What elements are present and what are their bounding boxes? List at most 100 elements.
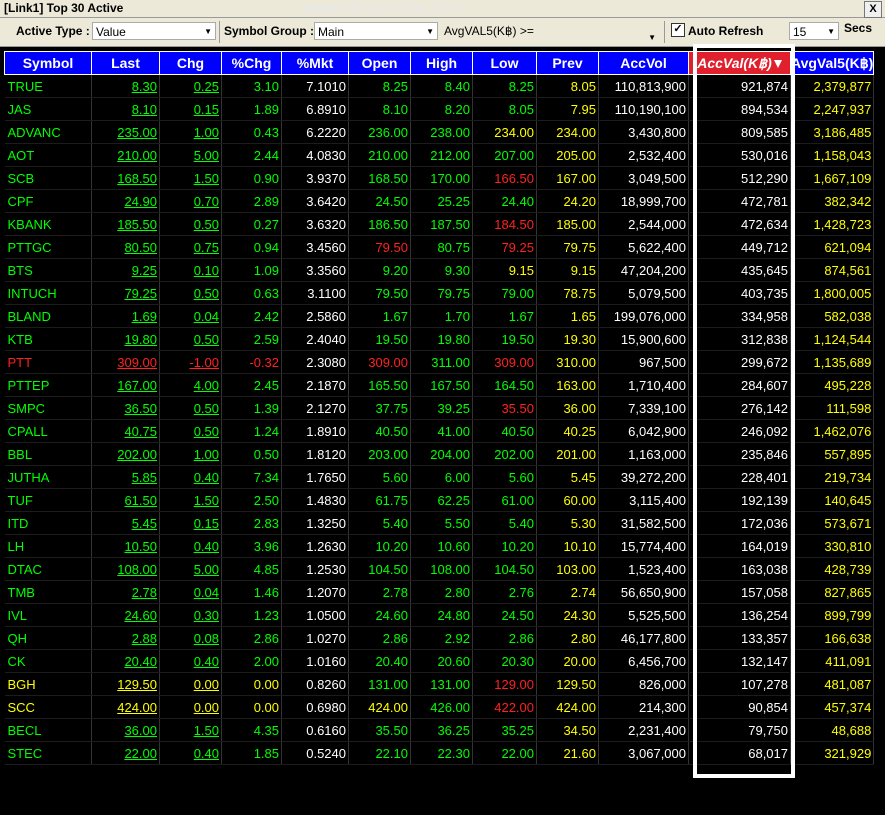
cell-last[interactable]: 129.50 (91, 672, 160, 696)
table-row[interactable]: JAS 8.10 0.15 1.89 6.8910 8.10 8.20 8.05 7.95 110… (4, 97, 875, 121)
cell-chg[interactable]: 0.40 (159, 649, 222, 673)
cell-last[interactable]: 5.85 (91, 465, 160, 489)
cell-chg[interactable]: 4.00 (159, 373, 222, 397)
cell-chg[interactable]: 1.00 (159, 120, 222, 144)
column-header-accval-k[interactable]: AccVal(K฿) (688, 51, 791, 75)
table-row[interactable]: PTTEP 167.00 4.00 2.45 2.1870 165.50 167.50 164… (4, 373, 875, 397)
cell-chg[interactable]: 0.70 (159, 189, 222, 213)
table-row[interactable]: ITD 5.45 0.15 2.83 1.3250 5.40 5.50 5.40 5.30 31,… (4, 511, 875, 535)
cell-last[interactable]: 424.00 (91, 695, 160, 719)
table-row[interactable]: IVL 24.60 0.30 1.23 1.0500 24.60 24.80 24.50 24.… (4, 603, 875, 627)
cell-last[interactable]: 36.50 (91, 396, 160, 420)
table-row[interactable]: CK 20.40 0.40 2.00 1.0160 20.40 20.60 20.30 20.0… (4, 649, 875, 673)
column-header-avgval5-k[interactable]: AvgVal5(K฿) (789, 51, 875, 75)
table-row[interactable]: ADVANC 235.00 1.00 0.43 6.2220 236.00 238.00 23… (4, 120, 875, 144)
table-row[interactable]: INTUCH 79.25 0.50 0.63 3.1100 79.50 79.75 79.00… (4, 281, 875, 305)
cell-chg[interactable]: 1.50 (159, 718, 222, 742)
cell-chg[interactable]: 0.15 (159, 97, 222, 121)
horizontal-scrollbar[interactable] (0, 815, 885, 835)
column-header--chg[interactable]: %Chg (221, 51, 282, 75)
cell-last[interactable]: 79.25 (91, 281, 160, 305)
cell-chg[interactable]: 0.50 (159, 327, 222, 351)
table-row[interactable]: SMPC 36.50 0.50 1.39 2.1270 37.75 39.25 35.50 36… (4, 396, 875, 420)
cell-last[interactable]: 185.50 (91, 212, 160, 236)
column-header-symbol[interactable]: Symbol (4, 51, 92, 75)
column-header--mkt[interactable]: %Mkt (281, 51, 349, 75)
column-header-low[interactable]: Low (472, 51, 537, 75)
cell-chg[interactable]: 0.30 (159, 603, 222, 627)
cell-chg[interactable]: 0.00 (159, 695, 222, 719)
table-row[interactable]: KBANK 185.50 0.50 0.27 3.6320 186.50 187.50 184… (4, 212, 875, 236)
cell-last[interactable]: 1.69 (91, 304, 160, 328)
cell-chg[interactable]: 0.08 (159, 626, 222, 650)
symbol-group-select[interactable]: Main ▼ (314, 22, 438, 40)
table-row[interactable]: KTB 19.80 0.50 2.59 2.4040 19.50 19.80 19.50 19.… (4, 327, 875, 351)
cell-chg[interactable]: -1.00 (159, 350, 222, 374)
cell-last[interactable]: 19.80 (91, 327, 160, 351)
table-row[interactable]: DTAC 108.00 5.00 4.85 1.2530 104.50 108.00 104.… (4, 557, 875, 581)
close-button[interactable]: X (864, 1, 882, 18)
table-row[interactable]: BBL 202.00 1.00 0.50 1.8120 203.00 204.00 202.0… (4, 442, 875, 466)
cell-last[interactable]: 108.00 (91, 557, 160, 581)
table-row[interactable]: AOT 210.00 5.00 2.44 4.0830 210.00 212.00 207.0… (4, 143, 875, 167)
cell-last[interactable]: 80.50 (91, 235, 160, 259)
cell-chg[interactable]: 0.50 (159, 396, 222, 420)
table-row[interactable]: PTTGC 80.50 0.75 0.94 3.4560 79.50 80.75 79.25 7… (4, 235, 875, 259)
cell-chg[interactable]: 5.00 (159, 143, 222, 167)
cell-last[interactable]: 36.00 (91, 718, 160, 742)
cell-last[interactable]: 9.25 (91, 258, 160, 282)
cell-last[interactable]: 40.75 (91, 419, 160, 443)
refresh-interval-select[interactable]: 15 ▼ (789, 22, 839, 40)
spin-down-icon[interactable]: ▼ (648, 29, 656, 47)
cell-last[interactable]: 8.30 (91, 74, 160, 98)
table-row[interactable]: TUF 61.50 1.50 2.50 1.4830 61.75 62.25 61.00 60.… (4, 488, 875, 512)
cell-last[interactable]: 210.00 (91, 143, 160, 167)
cell-last[interactable]: 2.88 (91, 626, 160, 650)
table-row[interactable]: SCC 424.00 0.00 0.00 0.6980 424.00 426.00 422.0… (4, 695, 875, 719)
active-type-select[interactable]: Value ▼ (92, 22, 216, 40)
cell-chg[interactable]: 0.10 (159, 258, 222, 282)
table-row[interactable]: STEC 22.00 0.40 1.85 0.5240 22.10 22.30 22.00 21… (4, 741, 875, 765)
table-row[interactable]: BTS 9.25 0.10 1.09 3.3560 9.20 9.30 9.15 9.15 47,… (4, 258, 875, 282)
table-row[interactable]: LH 10.50 0.40 3.96 1.2630 10.20 10.60 10.20 10.1… (4, 534, 875, 558)
cell-last[interactable]: 22.00 (91, 741, 160, 765)
cell-chg[interactable]: 0.75 (159, 235, 222, 259)
column-header-prev[interactable]: Prev (536, 51, 599, 75)
cell-chg[interactable]: 0.50 (159, 212, 222, 236)
cell-chg[interactable]: 1.50 (159, 166, 222, 190)
table-row[interactable]: CPALL 40.75 0.50 1.24 1.8910 40.50 41.00 40.50 4… (4, 419, 875, 443)
cell-last[interactable]: 24.90 (91, 189, 160, 213)
cell-last[interactable]: 309.00 (91, 350, 160, 374)
column-header-high[interactable]: High (410, 51, 473, 75)
cell-chg[interactable]: 0.40 (159, 465, 222, 489)
cell-chg[interactable]: 1.00 (159, 442, 222, 466)
cell-chg[interactable]: 0.04 (159, 580, 222, 604)
table-row[interactable]: CPF 24.90 0.70 2.89 3.6420 24.50 25.25 24.40 24.… (4, 189, 875, 213)
cell-chg[interactable]: 0.25 (159, 74, 222, 98)
column-header-open[interactable]: Open (348, 51, 411, 75)
cell-chg[interactable]: 1.50 (159, 488, 222, 512)
cell-chg[interactable]: 0.00 (159, 672, 222, 696)
column-header-accvol[interactable]: AccVol (598, 51, 689, 75)
cell-last[interactable]: 167.00 (91, 373, 160, 397)
cell-last[interactable]: 24.60 (91, 603, 160, 627)
cell-last[interactable]: 235.00 (91, 120, 160, 144)
cell-chg[interactable]: 0.40 (159, 741, 222, 765)
table-row[interactable]: BGH 129.50 0.00 0.00 0.8260 131.00 131.00 129.0… (4, 672, 875, 696)
cell-chg[interactable]: 5.00 (159, 557, 222, 581)
column-header-chg[interactable]: Chg (159, 51, 222, 75)
cell-last[interactable]: 20.40 (91, 649, 160, 673)
cell-last[interactable]: 2.78 (91, 580, 160, 604)
table-row[interactable]: BECL 36.00 1.50 4.35 0.6160 35.50 36.25 35.25 34… (4, 718, 875, 742)
cell-last[interactable]: 5.45 (91, 511, 160, 535)
auto-refresh-checkbox[interactable]: ✓ (671, 23, 685, 37)
cell-last[interactable]: 10.50 (91, 534, 160, 558)
table-row[interactable]: TMB 2.78 0.04 1.46 1.2070 2.78 2.80 2.76 2.74 56,… (4, 580, 875, 604)
table-row[interactable]: BLAND 1.69 0.04 2.42 2.5860 1.67 1.70 1.67 1.65 1… (4, 304, 875, 328)
avgval-filter-input[interactable]: ▼ (540, 22, 660, 42)
table-row[interactable]: QH 2.88 0.08 2.86 1.0270 2.86 2.92 2.86 2.80 46,1… (4, 626, 875, 650)
cell-chg[interactable]: 0.50 (159, 281, 222, 305)
cell-chg[interactable]: 0.50 (159, 419, 222, 443)
table-row[interactable]: PTT 309.00 -1.00 -0.32 2.3080 309.00 311.00 309… (4, 350, 875, 374)
table-row[interactable]: TRUE 8.30 0.25 3.10 7.1010 8.25 8.40 8.25 8.05 11… (4, 74, 875, 98)
